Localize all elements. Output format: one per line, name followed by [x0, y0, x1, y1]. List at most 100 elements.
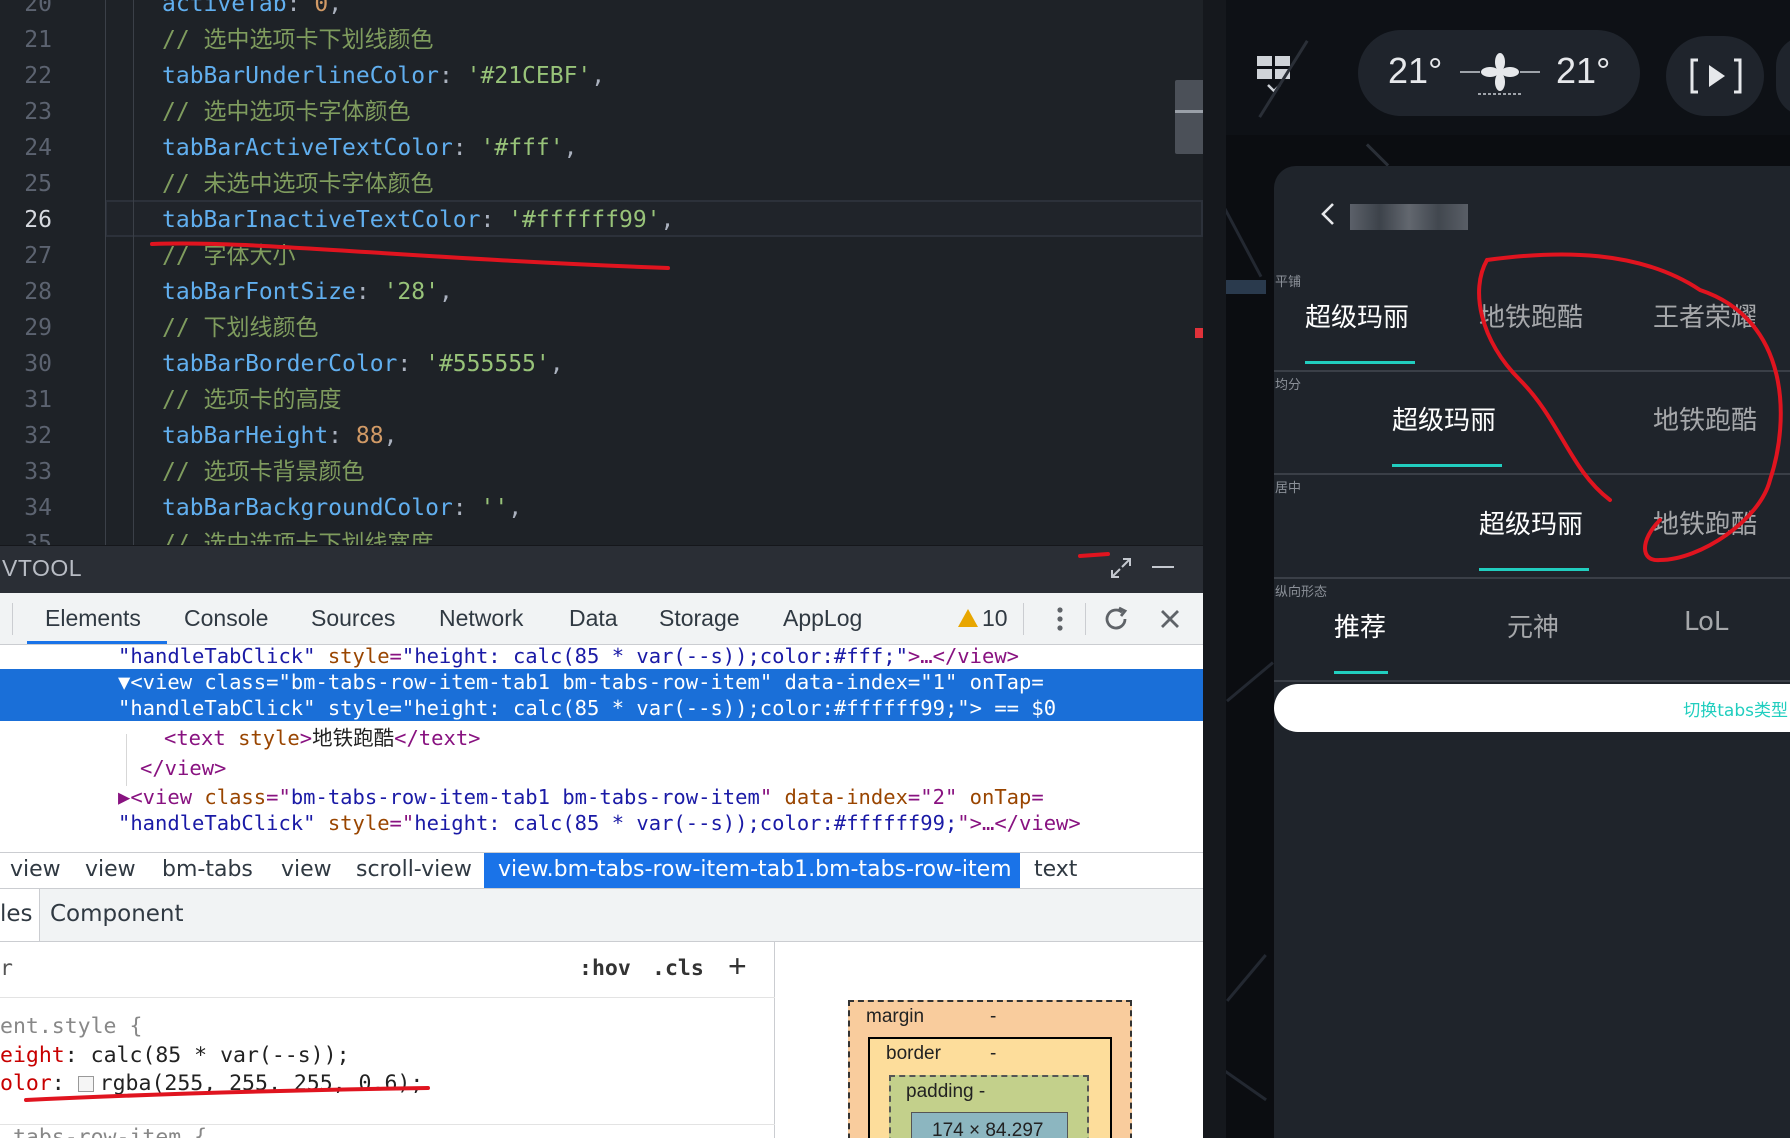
tab-item[interactable]: 王者荣耀: [1653, 297, 1757, 334]
editor-scrollbar[interactable]: [1175, 80, 1203, 154]
code-token: 88: [355, 423, 384, 449]
code-line[interactable]: // 选中选项卡下划线颜色: [162, 22, 434, 58]
code-line[interactable]: tabBarBorderColor: '#555555',: [162, 346, 564, 382]
tab-applog[interactable]: AppLog: [783, 605, 862, 632]
line-number: 27: [24, 243, 52, 269]
dom-node-row[interactable]: <text style>地铁跑酷</text>: [0, 725, 1203, 751]
code-token: '#21CEBF': [466, 63, 592, 89]
code-line[interactable]: // 未选中选项卡字体颜色: [162, 166, 434, 202]
border-label: border: [886, 1043, 941, 1064]
dom-node-row-selected[interactable]: "handleTabClick" style="height: calc(85 …: [0, 695, 1203, 721]
color-swatch[interactable]: [77, 1076, 94, 1092]
hov-toggle[interactable]: :hov: [579, 956, 631, 981]
switch-tabs-type-button[interactable]: 切换tabs类型: [1683, 696, 1788, 721]
dom-node-row[interactable]: "handleTabClick" style="height: calc(85 …: [0, 810, 1203, 836]
tab-row-tiled: 超级玛丽 地铁跑酷 王者荣耀: [1274, 269, 1790, 372]
code-line[interactable]: // 选项卡的高度: [162, 382, 342, 418]
warning-count: 10: [982, 605, 1008, 631]
code-line[interactable]: tabBarInactiveTextColor: '#ffffff99',: [162, 202, 674, 238]
code-token: ,: [383, 423, 398, 449]
cls-toggle[interactable]: .cls: [652, 956, 704, 981]
minimize-icon[interactable]: [1152, 566, 1174, 568]
tab-item[interactable]: 超级玛丽: [1479, 504, 1583, 541]
code-token: //: [162, 171, 204, 197]
breadcrumb-item[interactable]: scroll-view: [356, 857, 472, 882]
margin-label: margin: [866, 1006, 925, 1027]
tab-item[interactable]: 推荐: [1334, 607, 1386, 644]
indent-guide: [105, 0, 106, 545]
tab-network[interactable]: Network: [439, 605, 523, 632]
line-number: 25: [24, 171, 52, 197]
breadcrumb-item[interactable]: view: [281, 857, 332, 882]
tab-console[interactable]: Console: [184, 605, 268, 632]
expand-icon[interactable]: [1109, 556, 1133, 580]
tabs-demo-panel: 平铺 超级玛丽 地铁跑酷 王者荣耀 均分 超级玛丽 地铁跑酷 居中 超级玛丽 地…: [1274, 166, 1790, 1138]
tab-storage[interactable]: Storage: [659, 605, 740, 632]
tab-data[interactable]: Data: [569, 605, 618, 632]
code-token: ,: [438, 279, 453, 305]
dom-tree[interactable]: "handleTabClick" style="height: calc(85 …: [0, 643, 1203, 845]
active-tab-underline: [1334, 671, 1388, 674]
style-declaration[interactable]: olor: rgba(255, 255, 255, 0.6);: [0, 1070, 423, 1098]
breadcrumb-item[interactable]: view: [85, 857, 136, 882]
code-token: 选项卡背景颜色: [203, 459, 365, 485]
map-road: [1365, 143, 1390, 167]
code-token: //: [162, 243, 204, 269]
warning-badge[interactable]: 10: [958, 605, 1008, 632]
dom-node-row[interactable]: ▶<view class="bm-tabs-row-item-tab1 bm-t…: [0, 784, 1203, 810]
code-line[interactable]: activeTab: 0,: [162, 0, 342, 22]
line-number: 24: [24, 135, 52, 161]
code-line[interactable]: tabBarBackgroundColor: '',: [162, 490, 522, 526]
code-line[interactable]: // 选中选项卡下划线宽度: [162, 526, 434, 545]
style-declaration[interactable]: eight: calc(85 * var(--s));: [0, 1042, 350, 1070]
close-icon[interactable]: [1154, 603, 1186, 635]
code-line[interactable]: // 下划线颜色: [162, 310, 319, 346]
content-size: 174 × 84.297: [932, 1120, 1044, 1138]
dom-node-row[interactable]: </view>: [0, 755, 1203, 781]
breadcrumb-item[interactable]: bm-tabs: [162, 857, 253, 882]
reload-icon[interactable]: [1100, 603, 1132, 635]
tab-item[interactable]: 超级玛丽: [1392, 400, 1496, 437]
code-token: tabBarBorderColor: [162, 351, 398, 377]
code-token: //: [162, 99, 204, 125]
code-token: //: [162, 315, 204, 341]
code-line[interactable]: tabBarHeight: 88,: [162, 418, 397, 454]
filter-input[interactable]: r: [0, 956, 13, 981]
tab-item[interactable]: 地铁跑酷: [1653, 400, 1757, 437]
code-line[interactable]: tabBarUnderlineColor: '#21CEBF',: [162, 58, 605, 94]
tab-styles[interactable]: les: [0, 901, 33, 927]
add-rule-button[interactable]: +: [728, 948, 747, 985]
code-token: :: [480, 207, 509, 233]
code-token: 选项卡的高度: [203, 387, 342, 413]
code-token: ,: [660, 207, 675, 233]
tab-item[interactable]: 超级玛丽: [1305, 297, 1409, 334]
code-line[interactable]: // 选项卡背景颜色: [162, 454, 365, 490]
dom-node-row-selected[interactable]: ▼<view class="bm-tabs-row-item-tab1 bm-t…: [0, 669, 1203, 695]
code-line[interactable]: // 字体大小: [162, 238, 296, 274]
tab-item[interactable]: LoL: [1684, 607, 1728, 637]
status-pill[interactable]: [1776, 36, 1790, 116]
breadcrumb-item[interactable]: view: [10, 857, 61, 882]
code-token: //: [162, 27, 204, 53]
tab-elements[interactable]: Elements: [45, 605, 141, 632]
fan-icon[interactable]: [1458, 52, 1542, 96]
tab-item[interactable]: 地铁跑酷: [1479, 297, 1583, 334]
media-button[interactable]: [1666, 36, 1764, 116]
dom-node-row[interactable]: "handleTabClick" style="height: calc(85 …: [0, 643, 1203, 669]
code-editor[interactable]: 20 21 22 23 24 25 26 27 28 29 30 31 32 33 34 35 activeT…: [0, 0, 1203, 545]
breadcrumb-active-label: view.bm-tabs-row-item-tab1.bm-tabs-row-i…: [498, 857, 1012, 882]
rule-selector: .tabs-row-item {: [0, 1125, 208, 1138]
code-line[interactable]: // 选中选项卡字体颜色: [162, 94, 411, 130]
temp-left[interactable]: 21°: [1388, 50, 1442, 92]
more-vertical-icon[interactable]: [1044, 603, 1076, 635]
tab-item[interactable]: 地铁跑酷: [1653, 504, 1757, 541]
tab-sources[interactable]: Sources: [311, 605, 395, 632]
breadcrumb-item[interactable]: text: [1034, 857, 1077, 882]
temp-right[interactable]: 21°: [1556, 50, 1610, 92]
back-icon[interactable]: [1316, 202, 1340, 226]
tab-component[interactable]: Component: [50, 901, 184, 927]
code-line[interactable]: tabBarFontSize: '28',: [162, 274, 453, 310]
line-number: 30: [24, 351, 52, 377]
tab-item[interactable]: 元神: [1507, 607, 1559, 644]
code-line[interactable]: tabBarActiveTextColor: '#fff',: [162, 130, 577, 166]
